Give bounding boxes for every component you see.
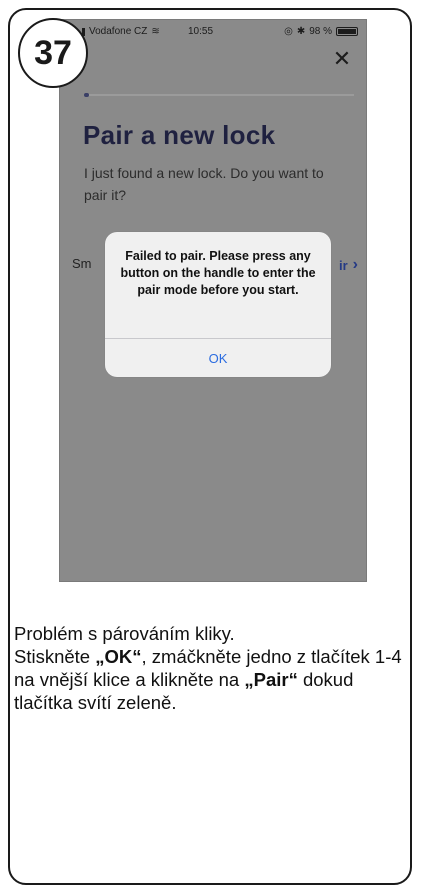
chevron-right-icon: ›: [352, 256, 358, 273]
progress-fill: [84, 93, 89, 97]
step-number-badge: 37: [18, 18, 88, 88]
progress-bar: [84, 93, 354, 97]
status-right: ◎ ✱ 98 %: [284, 26, 358, 37]
caption-line-2: Stiskněte „OK“, zmáčkněte jedno z tlačít…: [14, 645, 410, 714]
caption-line-1: Problém s párováním kliky.: [14, 623, 235, 644]
carrier-label: Vodafone CZ: [89, 26, 148, 37]
caption-pair-emphasis: „Pair“: [244, 669, 298, 690]
alert-ok-button[interactable]: OK: [105, 339, 331, 377]
pair-link[interactable]: ir ›: [339, 256, 358, 274]
page-subtitle: I just found a new lock. Do you want to …: [84, 165, 324, 203]
wifi-icon: ≋: [151, 26, 160, 37]
error-alert-dialog: Failed to pair. Please press any button …: [105, 232, 331, 377]
status-carrier: Vodafone CZ ≋: [82, 26, 160, 37]
alarm-icon: ◎: [284, 26, 293, 37]
caption-text-1: Stiskněte: [14, 646, 96, 667]
battery-icon: [336, 27, 358, 36]
option-label-left[interactable]: Sm: [72, 256, 92, 271]
pair-link-label: ir: [339, 257, 348, 273]
alert-message: Failed to pair. Please press any button …: [120, 249, 316, 297]
phone-screenshot: Vodafone CZ ≋ 10:55 ◎ ✱ 98 % ✕ Pair a ne…: [59, 19, 367, 582]
bluetooth-icon: ✱: [296, 26, 306, 37]
page-title: Pair a new lock: [83, 120, 276, 150]
status-time: 10:55: [188, 26, 214, 37]
instruction-caption: Problém s párováním kliky. Stiskněte „OK…: [14, 622, 410, 714]
battery-label: 98 %: [309, 26, 332, 37]
status-bar: Vodafone CZ ≋ 10:55 ◎ ✱ 98 %: [60, 20, 366, 44]
close-icon[interactable]: ✕: [330, 48, 354, 72]
caption-ok-emphasis: „OK“: [95, 646, 142, 667]
